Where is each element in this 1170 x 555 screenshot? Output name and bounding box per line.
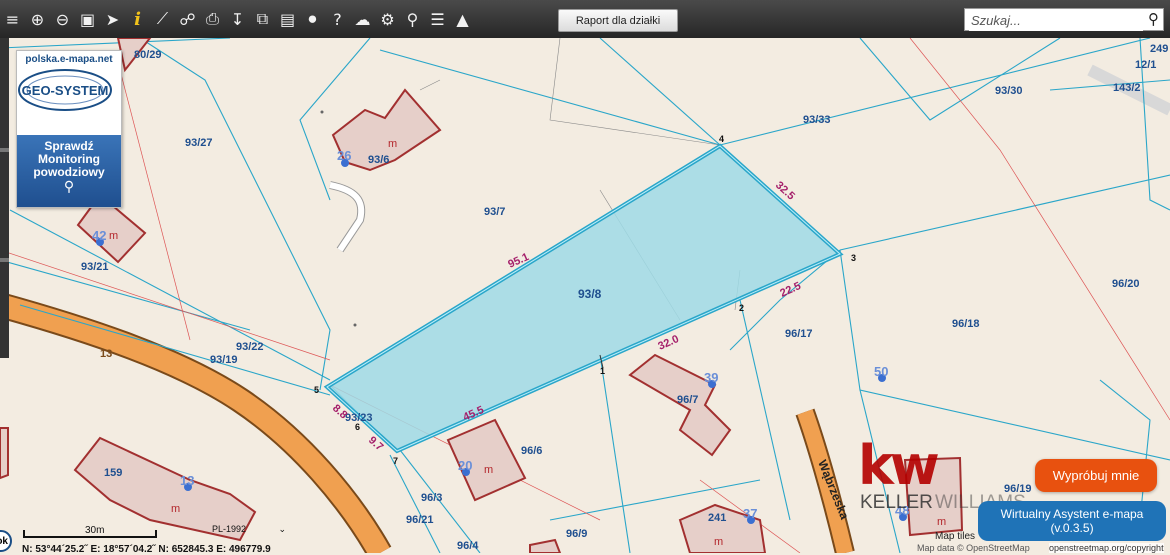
geo-system-logo-text: GEO-SYSTEM [22,83,109,98]
parcel-label: 241 [708,512,726,524]
flood-monitoring-panel[interactable]: polska.e-mapa.net GEO-SYSTEM Sprawdź Mon… [16,50,122,208]
kw-mark: kw [858,434,939,497]
settings-icon[interactable]: ⚙ [377,7,398,31]
parcel-label: 96/20 [1112,278,1140,290]
download-icon[interactable]: ↧ [227,7,248,31]
shape-icon[interactable]: ⚫ [302,7,323,31]
parcel-label: 96/6 [521,445,542,457]
vertex-number: 5 [314,385,319,395]
building-marker: m [484,464,493,476]
search-icon[interactable]: ⚲ [1148,10,1159,28]
left-side-panel-handle[interactable] [0,38,9,358]
parcel-label: 96/9 [566,528,587,540]
zoom-out-icon[interactable]: ⊖ [52,7,73,31]
copy-icon[interactable]: ⧉ [252,7,273,31]
house-number: 39 [704,370,718,385]
parcel-label: 96/21 [406,514,434,526]
vertex-number: 3 [851,253,856,263]
map-tiles-label: Map tiles [935,531,976,542]
brand-url: polska.e-mapa.net [25,54,113,65]
search-input[interactable] [969,10,1143,31]
info-icon[interactable]: i [127,7,148,31]
vertex-number: 2 [739,303,744,313]
building-left [0,427,9,480]
building-marker: m [714,536,723,548]
scale-distance: 30m [85,525,105,536]
crs-value: PL-1992 [212,524,247,534]
parcel-label: 96/7 [677,394,698,406]
house-number: 50 [874,364,888,379]
raport-button[interactable]: Raport dla działki [558,9,678,32]
zoom-extent-icon[interactable]: ▣ [77,7,98,31]
crs-select[interactable]: PL-1992 ⌄ [212,524,286,535]
toolbar: ≡ ⊕ ⊖ ▣ ➤ i ⟋ ☍ ⎙ ↧ ⧉ ▤ ⚫ ? ☁ ⚙ ⚲ ☰ ▲ Ra… [0,0,1170,38]
parcel-label: 93/27 [185,137,213,149]
layout-icon[interactable]: ▤ [277,7,298,31]
monitoring-line: powodziowy [33,165,105,179]
parcel-label: 93/7 [484,206,505,218]
house-number: 42 [92,228,106,243]
panel-notch [0,148,9,152]
parcel-label: 249 [1150,43,1168,55]
warning-icon[interactable]: ▲ [452,7,473,31]
house-number: 13 [180,473,194,488]
parcel-label: 159 [104,467,122,479]
parcel-label: 96/17 [785,328,813,340]
parcel-label: 96/18 [952,318,980,330]
house-number: 20 [458,458,472,473]
vertex-number: 7 [393,456,398,466]
house-number: 26 [337,148,351,163]
building-marker: m [109,230,118,242]
vertex-number: 6 [355,422,360,432]
parcel-label: 96/4 [457,540,479,552]
selected-parcel-label: 93/8 [578,287,602,301]
kw-name-left: KELLER [860,492,933,513]
search-map-icon[interactable]: ⚲ [402,7,423,31]
vertex-number: 4 [719,134,724,144]
panel-notch [0,258,9,262]
try-me-button[interactable]: Wypróbuj mnie [1035,459,1157,492]
parcel-label: 93/21 [81,261,109,273]
building-marker: m [937,516,946,528]
parcel-label: 93/19 [210,354,238,366]
measure-line-icon[interactable]: ⟋ [152,7,173,31]
parcel-label: 93/6 [368,154,389,166]
osm-attribution: Map data © OpenStreetMap [917,543,1030,553]
parcel-label: 93/33 [803,114,831,126]
parcel-label: 12/1 [1135,59,1156,71]
house-number: 37 [743,506,757,521]
layers-icon[interactable]: ≡ [2,7,23,31]
survey-point [353,323,357,327]
parcel-label: 80/29 [134,49,162,61]
map-canvas[interactable]: 80/29 93/27 93/6 93/7 93/21 93/22 93/19 … [0,0,1170,553]
parcel-label: 143/2 [1113,82,1141,94]
monitoring-button[interactable]: Sprawdź Monitoring powodziowy ⚲ [17,135,121,207]
upload-cloud-icon[interactable]: ☁ [352,7,373,31]
building-marker: m [171,503,180,515]
search-box[interactable]: ⚲ [964,8,1164,31]
zoom-in-icon[interactable]: ⊕ [27,7,48,31]
cart-icon[interactable]: ☰ [427,7,448,31]
road-label-partial: 13 [100,348,112,360]
assistant-version: (v.0.3.5) [1050,521,1094,535]
help-icon[interactable]: ? [327,7,348,31]
building-marker: m [388,138,397,150]
coordinates-readout: N: 53°44´25.2˝ E: 18°57´04.2˝ N: 652845.… [22,544,271,555]
parcel-label: 93/30 [995,85,1023,97]
survey-point [320,110,324,114]
geo-system-logo: GEO-SYSTEM [18,69,112,111]
chevron-down-icon: ⌄ [278,524,287,534]
parcel-label: 96/3 [421,492,442,504]
vertex-number: 1 [600,366,605,376]
parcel-label: 93/22 [236,341,264,353]
magnifier-icon: ⚲ [63,179,75,195]
print-icon[interactable]: ⎙ [202,7,223,31]
assistant-title: Wirtualny Asystent e-mapa [1000,507,1144,521]
select-arrow-icon[interactable]: ➤ [102,7,123,31]
osm-copyright-link[interactable]: openstreetmap.org/copyright [1049,543,1164,553]
virtual-assistant-button[interactable]: Wirtualny Asystent e-mapa (v.0.3.5) [978,501,1166,541]
link-icon[interactable]: ☍ [177,7,198,31]
